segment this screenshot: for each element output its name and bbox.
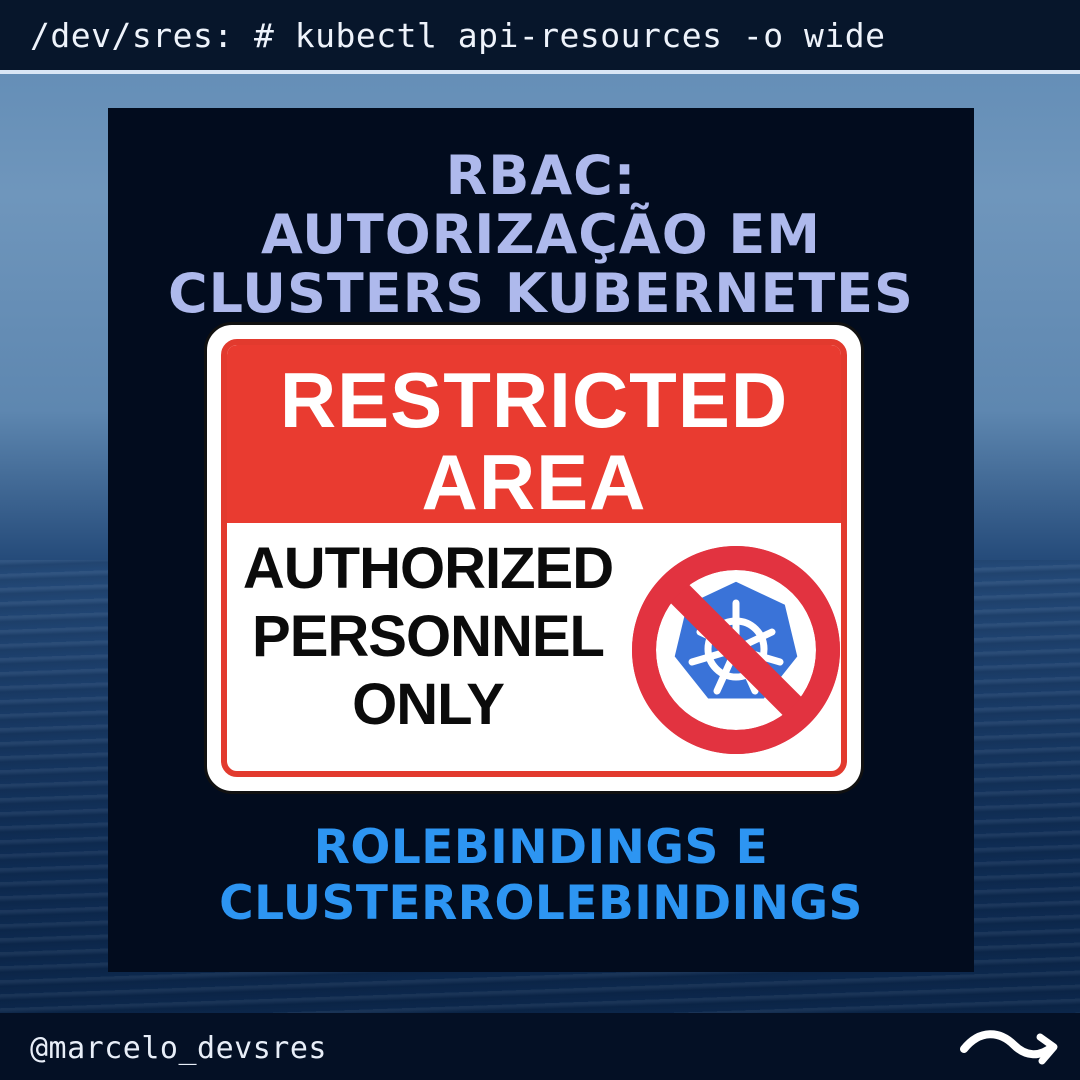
title-line-1: RBAC: — [445, 144, 637, 207]
sign-body-text: AUTHORIZED PERSONNEL ONLY — [233, 535, 623, 739]
content-panel: RBAC: AUTORIZAÇÃO EM CLUSTERS KUBERNETES… — [108, 108, 974, 972]
footer-bar: @marcelo_devsres — [0, 1013, 1080, 1080]
swipe-arrow-icon[interactable] — [960, 1023, 1060, 1069]
sign-heading-line-2: AREA — [421, 438, 647, 526]
sign-body-line-3: ONLY — [352, 672, 505, 737]
subtitle-line-1: ROLEBINDINGS E — [313, 820, 769, 875]
author-handle: @marcelo_devsres — [30, 1031, 327, 1066]
page-title: RBAC: AUTORIZAÇÃO EM CLUSTERS KUBERNETES — [108, 146, 974, 323]
terminal-command: /dev/sres: # kubectl api-resources -o wi… — [30, 16, 886, 55]
title-line-2: AUTORIZAÇÃO EM — [260, 203, 822, 266]
sign-heading-line-1: RESTRICTED — [279, 356, 789, 444]
sign-body-line-1: AUTHORIZED — [242, 536, 614, 601]
page-subtitle: ROLEBINDINGS E CLUSTERROLEBINDINGS — [108, 820, 974, 932]
kubernetes-prohibited-icon — [632, 546, 840, 754]
title-line-3: CLUSTERS KUBERNETES — [168, 262, 914, 325]
sign-body-line-2: PERSONNEL — [252, 604, 605, 669]
terminal-header: /dev/sres: # kubectl api-resources -o wi… — [0, 0, 1080, 74]
restricted-area-sign: RESTRICTED AREA AUTHORIZED PERSONNEL ONL… — [204, 322, 864, 794]
subtitle-line-2: CLUSTERROLEBINDINGS — [219, 876, 863, 931]
sign-border: RESTRICTED AREA AUTHORIZED PERSONNEL ONL… — [221, 339, 847, 777]
